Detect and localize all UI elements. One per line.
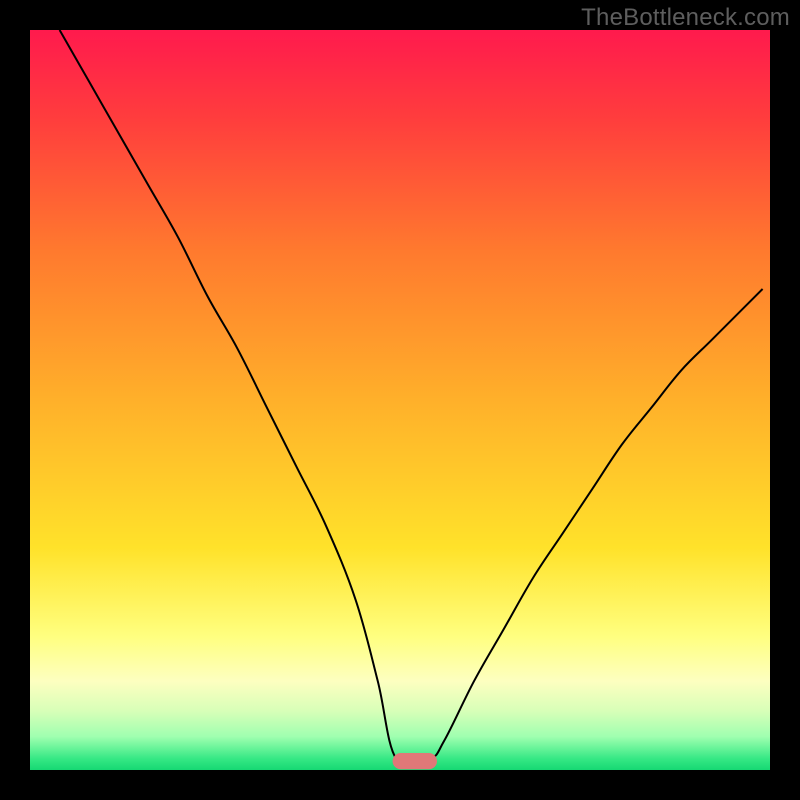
bottleneck-chart [30, 30, 770, 770]
watermark-text: TheBottleneck.com [581, 4, 790, 32]
chart-frame: TheBottleneck.com [0, 0, 800, 800]
target-marker [393, 753, 437, 769]
plot-background [30, 30, 770, 770]
